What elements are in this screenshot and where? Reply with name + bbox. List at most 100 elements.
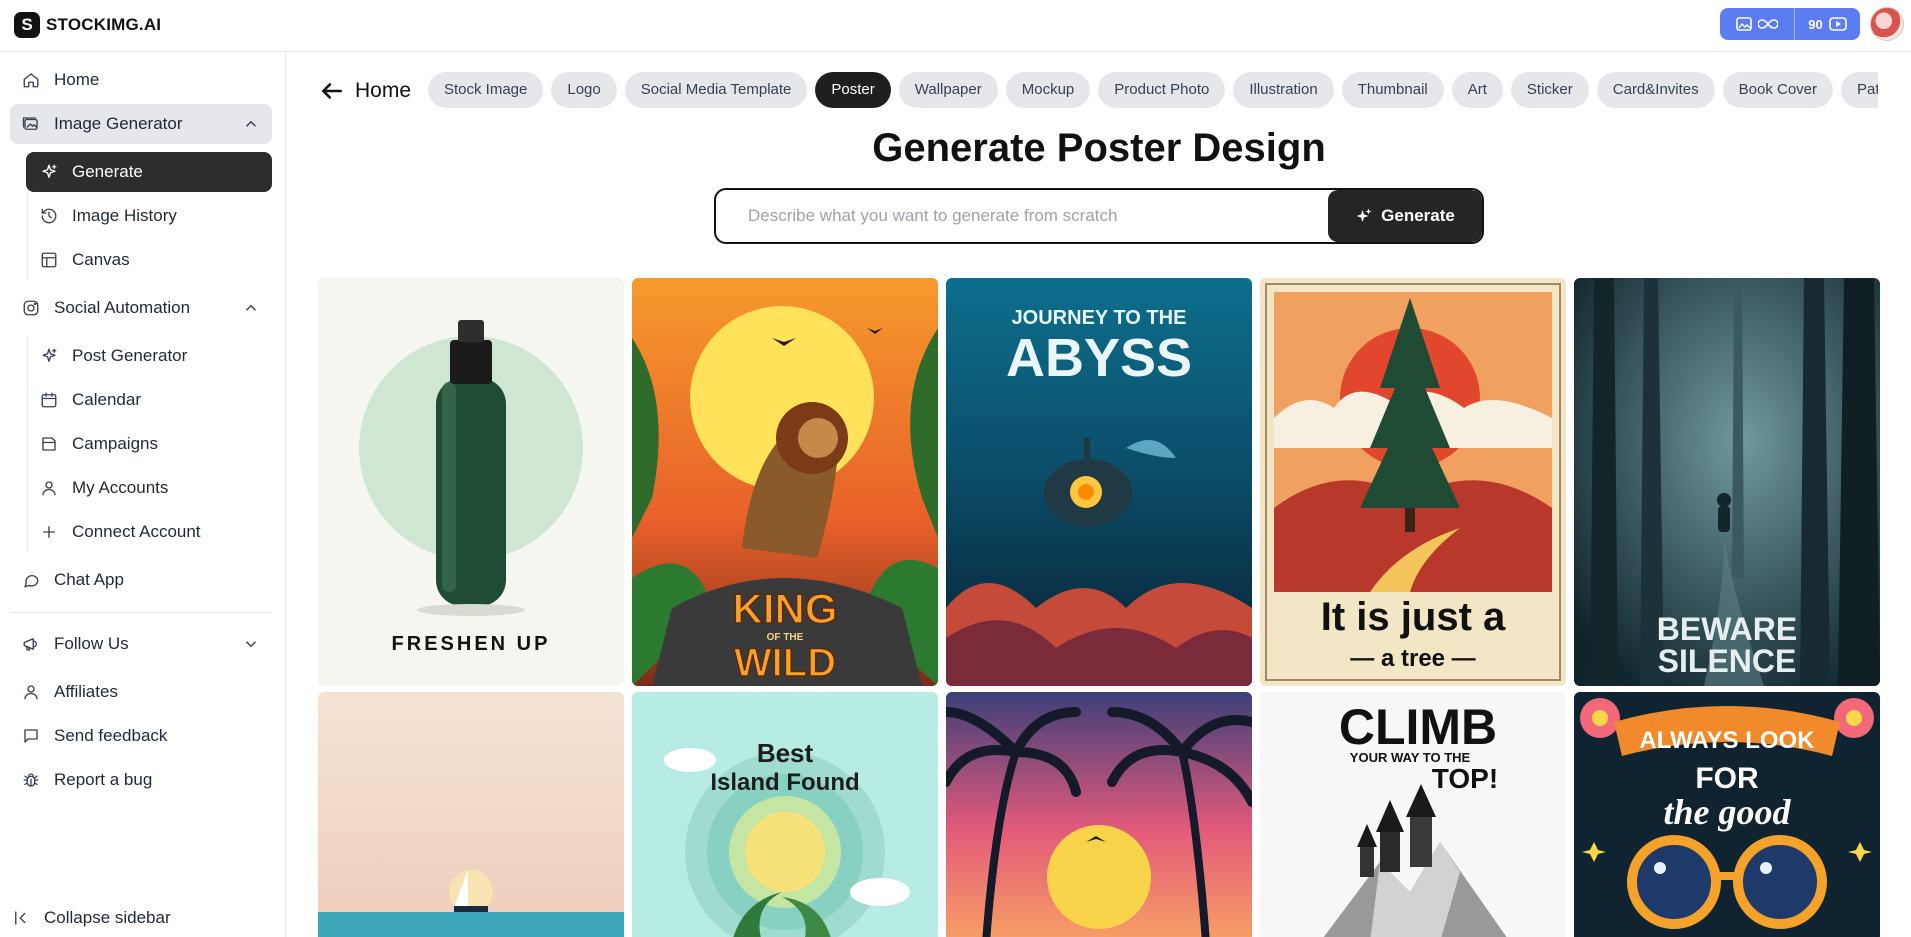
sidebar-item-image-history[interactable]: Image History [26, 196, 272, 236]
sidebar-group-image-generator[interactable]: Image Generator [10, 104, 272, 144]
sidebar-group-social-automation[interactable]: Social Automation [10, 288, 272, 328]
sidebar-item-label: Follow Us [54, 634, 129, 653]
sidebar-item-home[interactable]: Home [10, 60, 272, 100]
sidebar-item-label: Image History [72, 206, 177, 225]
poster-caption: the good [1663, 792, 1791, 832]
credits-count: 90 [1808, 16, 1823, 32]
plus-icon [38, 521, 60, 543]
gallery-item[interactable]: It is just a — a tree — [1260, 278, 1566, 686]
sidebar: Home Image Generator Generate Image Hist… [0, 52, 286, 937]
prompt-bar: Generate [714, 188, 1484, 244]
sidebar-item-campaigns[interactable]: Campaigns [26, 424, 272, 464]
gallery-item[interactable]: BEWARE SILENCE [1574, 278, 1880, 686]
brand-name: STOCKIMG.AI [46, 15, 162, 34]
freshen-up-poster-image: FRESHEN UP [318, 278, 624, 686]
always-look-for-the-good-poster-image: ALWAYS LOOK FOR the good [1574, 692, 1880, 937]
image-credits [1720, 8, 1795, 40]
tab-mockup[interactable]: Mockup [1005, 72, 1091, 108]
beware-silence-poster-image: BEWARE SILENCE [1574, 278, 1880, 686]
sidebar-item-label: Affiliates [54, 682, 118, 701]
gallery-item[interactable]: JOURNEY TO THE ABYSS [946, 278, 1252, 686]
gallery-item[interactable] [946, 692, 1252, 937]
collapse-sidebar-button[interactable]: Collapse sidebar [10, 898, 272, 937]
gallery-item[interactable]: CLIMB YOUR WAY TO THE TOP! [1260, 692, 1566, 937]
gallery-item[interactable] [318, 692, 624, 937]
image-generator-icon [20, 113, 42, 135]
poster-caption: BEWARE [1657, 611, 1797, 647]
message-square-icon [20, 725, 42, 747]
poster-caption: Best [757, 738, 814, 768]
sidebar-item-chat-app[interactable]: Chat App [10, 560, 272, 600]
tab-social-media-template[interactable]: Social Media Template [624, 72, 808, 108]
sidebar-item-affiliates[interactable]: Affiliates [10, 672, 272, 712]
bug-icon [20, 769, 42, 791]
chat-icon [20, 569, 42, 591]
generate-button[interactable]: Generate [1328, 190, 1482, 242]
sidebar-item-label: Social Automation [54, 298, 191, 317]
sidebar-item-generate[interactable]: Generate [26, 152, 272, 192]
poster-caption: KING [733, 585, 838, 632]
credits-badge[interactable]: 90 [1720, 8, 1860, 40]
brand-logo[interactable]: S STOCKIMG.AI [14, 12, 161, 38]
sidebar-item-calendar[interactable]: Calendar [26, 380, 272, 420]
poster-caption: JOURNEY TO THE [1012, 307, 1187, 329]
gallery-item[interactable]: KING OF THE WILD [632, 278, 938, 686]
poster-caption: It is just a [1321, 595, 1506, 639]
tab-illustration[interactable]: Illustration [1233, 72, 1334, 108]
collapse-icon [10, 907, 32, 929]
avatar[interactable] [1870, 7, 1904, 41]
main-content: Home Stock Image Logo Social Media Templat… [287, 52, 1911, 937]
sparkle-icon [1356, 208, 1372, 222]
tab-wallpaper[interactable]: Wallpaper [898, 72, 998, 108]
journey-to-the-abyss-poster-image: JOURNEY TO THE ABYSS [946, 278, 1252, 686]
tab-pattern[interactable]: Pattern [1841, 72, 1878, 108]
sidebar-item-label: Generate [72, 162, 143, 181]
gallery-item[interactable]: ALWAYS LOOK FOR the good [1574, 692, 1880, 937]
sidebar-item-my-accounts[interactable]: My Accounts [26, 468, 272, 508]
tab-logo[interactable]: Logo [551, 72, 617, 108]
calendar-icon [38, 389, 60, 411]
tab-poster[interactable]: Poster [815, 72, 891, 108]
video-icon [1828, 17, 1847, 31]
campaigns-icon [38, 433, 60, 455]
sidebar-item-canvas[interactable]: Canvas [26, 240, 272, 280]
home-icon [20, 69, 42, 91]
sailboat-sunset-poster-image [318, 692, 624, 937]
canvas-icon [38, 249, 60, 271]
user-icon [38, 477, 60, 499]
tab-thumbnail[interactable]: Thumbnail [1341, 72, 1444, 108]
best-island-found-poster-image: Best Island Found [632, 692, 938, 937]
megaphone-icon [20, 633, 42, 655]
tab-product-photo[interactable]: Product Photo [1098, 72, 1226, 108]
poster-caption: ABYSS [1006, 328, 1192, 388]
sidebar-item-report-bug[interactable]: Report a bug [10, 760, 272, 800]
sidebar-item-label: Calendar [72, 390, 141, 409]
category-tabs: Stock Image Logo Social Media Template Post… [428, 72, 1878, 110]
sidebar-group-follow-us[interactable]: Follow Us [10, 624, 272, 664]
tab-stock-image[interactable]: Stock Image [428, 72, 544, 108]
sidebar-item-label: Image Generator [54, 114, 183, 133]
tab-book-cover[interactable]: Book Cover [1722, 72, 1834, 108]
palm-sunset-poster-image [946, 692, 1252, 937]
arrow-left-icon [322, 83, 342, 99]
back-home-button[interactable]: Home [319, 78, 411, 104]
gallery-item[interactable]: FRESHEN UP [318, 278, 624, 686]
instagram-icon [20, 297, 42, 319]
poster-caption: SILENCE [1658, 643, 1797, 679]
back-label: Home [355, 79, 412, 102]
gallery-item[interactable]: Best Island Found [632, 692, 938, 937]
sidebar-item-send-feedback[interactable]: Send feedback [10, 716, 272, 756]
tab-sticker[interactable]: Sticker [1510, 72, 1589, 108]
sidebar-item-label: Report a bug [54, 770, 153, 789]
poster-caption: WILD [734, 641, 836, 685]
video-credits: 90 [1795, 8, 1860, 40]
sidebar-item-connect-account[interactable]: Connect Account [26, 512, 272, 552]
sparkle-icon [38, 345, 60, 367]
page-title: Generate Poster Design [872, 126, 1326, 170]
tab-art[interactable]: Art [1451, 72, 1503, 108]
sidebar-item-post-generator[interactable]: Post Generator [26, 336, 272, 376]
poster-caption: FRESHEN UP [392, 633, 551, 655]
prompt-input[interactable] [716, 190, 1328, 242]
chevron-up-icon [242, 299, 260, 317]
tab-card-invites[interactable]: Card&Invites [1596, 72, 1715, 108]
